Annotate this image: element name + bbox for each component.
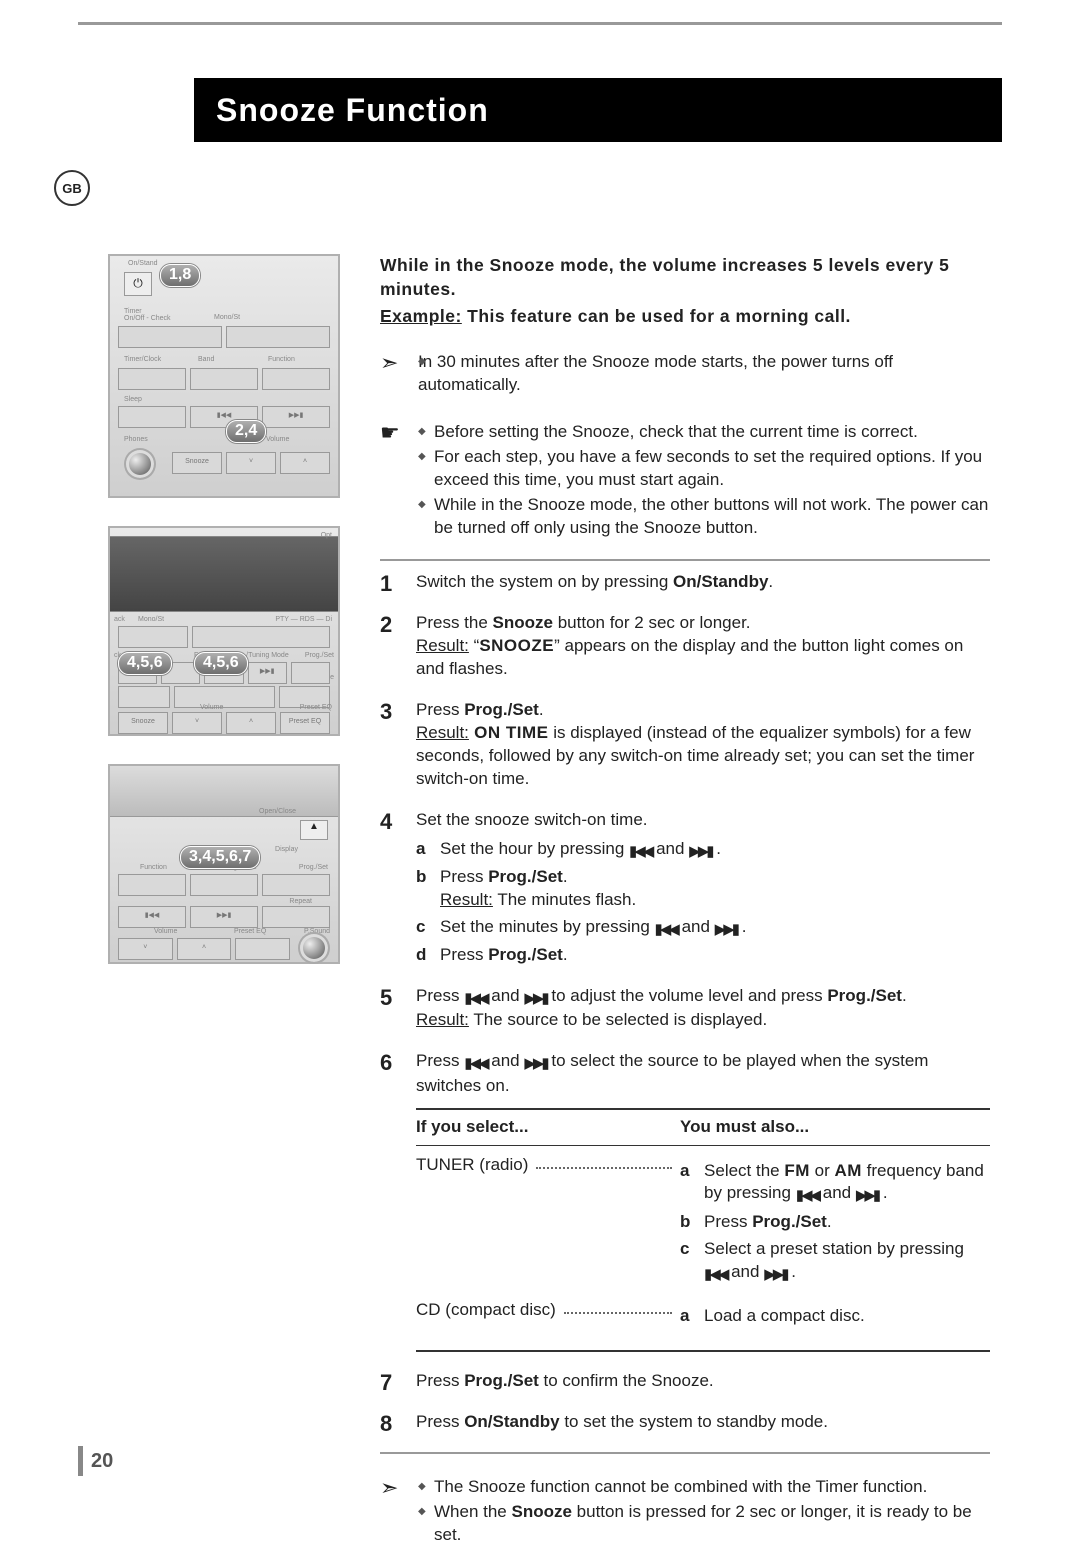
step-1: 1 Switch the system on by pressing On/St… — [380, 571, 990, 594]
step-4: 4 Set the snooze switch-on time. a Set t… — [380, 809, 990, 967]
knob — [300, 934, 328, 962]
step-3: 3 Press Prog./Set. Result: ON TIME is di… — [380, 699, 990, 791]
arrow-icon: ➣ — [380, 1477, 408, 1499]
next-icon: ▶▶▮ — [689, 842, 711, 862]
step-2: 2 Press the Snooze button for 2 sec or l… — [380, 612, 990, 681]
divider — [380, 559, 990, 561]
lbl: Mono/St — [138, 616, 164, 623]
next-icon: ▶▶▮ — [524, 989, 546, 1009]
step-7: 7 Press Prog./Set to confirm the Snooze. — [380, 1370, 990, 1393]
hand-icon: ☛ — [380, 422, 408, 444]
locale-badge: GB — [54, 170, 90, 206]
note-preconditions: ☛ Before setting the Snooze, check that … — [380, 421, 990, 542]
lbl: Prog./Set — [305, 652, 334, 659]
lbl: Phones — [124, 436, 148, 443]
row-cd: CD (compact disc) a Load a compact disc. — [416, 1299, 990, 1332]
step-5: 5 Press ▮◀◀ and ▶▶▮ to adjust the volume… — [380, 985, 990, 1032]
display — [110, 536, 338, 612]
knob — [126, 450, 154, 478]
lbl: Open/Close — [259, 808, 296, 815]
eject-btn: ▲ — [300, 820, 328, 840]
step-8: 8 Press On/Standby to set the system to … — [380, 1411, 990, 1434]
callout: 1,8 — [160, 264, 200, 287]
callout: 4,5,6 — [194, 652, 248, 675]
note-footer: ➣ The Snooze function cannot be combined… — [380, 1476, 990, 1548]
lbl: Sleep — [124, 396, 142, 403]
leader-dots — [564, 1311, 672, 1314]
lbl: Preset EQ — [300, 704, 332, 711]
callout: 4,5,6 — [118, 652, 172, 675]
lbl: Volume — [266, 436, 289, 443]
arrow-icon: ➣ — [380, 352, 408, 374]
example-line: Example: This feature can be used for a … — [380, 305, 990, 329]
leader-dots — [536, 1166, 672, 1169]
device-panel-3: Open/Close ▲ Display Function ■ /Tuning … — [108, 764, 340, 964]
step-6: 6 Press ▮◀◀ and ▶▶▮ to select the source… — [380, 1050, 990, 1351]
note-auto-off: ➣ In 30 minutes after the Snooze mode st… — [380, 351, 990, 399]
divider — [380, 1452, 990, 1454]
lbl: Volume — [154, 928, 177, 935]
intro-text: While in the Snooze mode, the volume inc… — [380, 254, 990, 301]
lbl: Volume — [200, 704, 223, 711]
lbl: Snooze — [118, 712, 168, 734]
page-title: Snooze Function — [216, 92, 489, 129]
prev-icon: ▮◀◀ — [464, 989, 486, 1009]
lbl: Prog./Set — [299, 864, 328, 871]
lbl: Preset EQ — [234, 928, 266, 935]
lbl: On/Stand — [128, 260, 158, 267]
manual-page: Snooze Function GB On/Stand ⏻ Timer On/O… — [0, 0, 1080, 1520]
device-panel-1: On/Stand ⏻ Timer On/Off - Check Mono/St … — [108, 254, 340, 498]
row-tuner: TUNER (radio) a Select the FM or AM freq… — [416, 1154, 990, 1289]
lbl: Mono/St — [214, 314, 240, 321]
tray — [110, 766, 338, 817]
lbl: ack — [114, 616, 125, 623]
lbl: Function — [268, 356, 295, 363]
power-icon: ⏻ — [124, 272, 152, 296]
lbl: Timer/Clock — [124, 356, 161, 363]
col-header: If you select... — [416, 1116, 680, 1139]
lbl: Band — [198, 356, 214, 363]
callout: 3,4,5,6,7 — [180, 846, 260, 869]
prev-icon: ▮◀◀ — [796, 1186, 818, 1206]
lbl: Opt — [321, 532, 332, 539]
next-icon: ▶▶▮ — [764, 1265, 786, 1285]
next-icon: ▶▶▮ — [524, 1054, 546, 1074]
prev-icon: ▮◀◀ — [629, 842, 651, 862]
callout: 2,4 — [226, 420, 266, 443]
page-number: 20 — [78, 1446, 113, 1476]
content-column: While in the Snooze mode, the volume inc… — [380, 254, 990, 1548]
lbl: Timer On/Off - Check — [124, 308, 171, 322]
device-illustrations: On/Stand ⏻ Timer On/Off - Check Mono/St … — [108, 254, 340, 992]
lbl: Function — [140, 864, 167, 871]
top-rule — [78, 22, 1002, 25]
col-header: You must also... — [680, 1116, 990, 1139]
lbl: Snooze — [172, 452, 222, 474]
lbl: Preset EQ — [280, 712, 330, 734]
device-panel-2: Opt ack Mono/St PTY — RDS — Di ck Band F… — [108, 526, 340, 736]
title-bar: Snooze Function — [194, 78, 1002, 142]
prev-icon: ▮◀◀ — [464, 1054, 486, 1074]
prev-icon: ▮◀◀ — [655, 920, 677, 940]
source-selection-table: If you select... You must also... TUNER … — [416, 1108, 990, 1352]
next-icon: ▶▶▮ — [856, 1186, 878, 1206]
lbl: PTY — RDS — Di — [275, 616, 332, 623]
lbl: Display — [275, 846, 298, 853]
next-icon: ▶▶▮ — [715, 920, 737, 940]
lbl: ■ /Tuning Mode — [240, 652, 289, 659]
lbl: Repeat — [289, 898, 312, 905]
prev-icon: ▮◀◀ — [704, 1265, 726, 1285]
steps-list: 1 Switch the system on by pressing On/St… — [380, 571, 990, 1433]
